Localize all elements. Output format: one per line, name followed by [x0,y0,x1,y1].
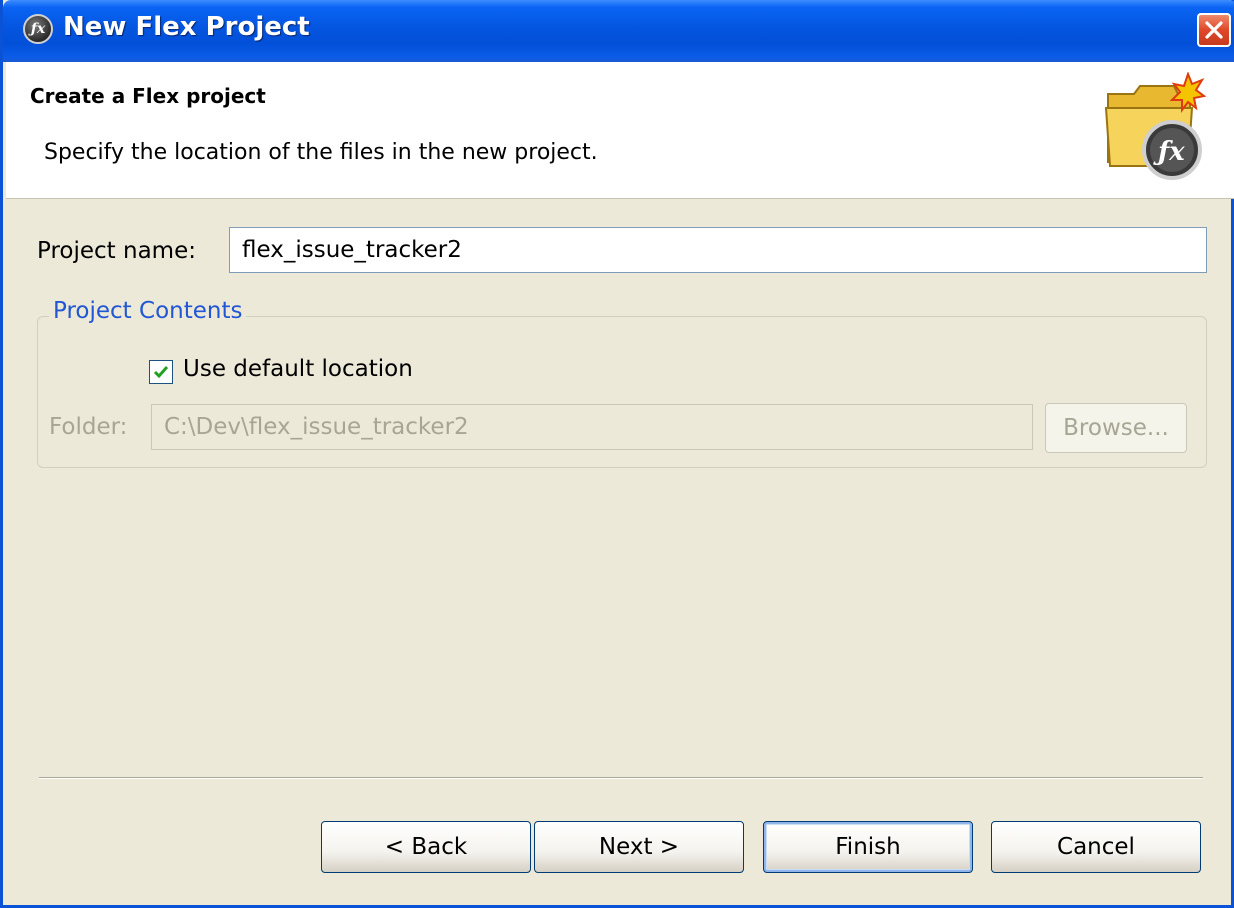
svg-text:ƒx: ƒx [1153,137,1185,167]
title-bar[interactable]: ƒx New Flex Project [3,0,1234,62]
cancel-button[interactable]: Cancel [991,821,1201,873]
wizard-banner: Create a Flex project Specify the locati… [6,62,1234,199]
use-default-location-checkbox[interactable] [149,360,173,384]
checkmark-icon [153,366,169,379]
back-button[interactable]: < Back [321,821,531,873]
banner-description: Specify the location of the files in the… [44,140,598,165]
browse-button[interactable]: Browse... [1045,403,1187,453]
finish-button[interactable]: Finish [763,821,973,873]
project-contents-legend: Project Contents [49,298,247,324]
new-flex-project-dialog: ƒx New Flex Project Create a Flex projec… [0,0,1234,908]
project-name-input[interactable] [229,227,1207,273]
close-button[interactable] [1197,13,1231,47]
folder-label: Folder: [49,414,128,440]
close-x-icon [1205,21,1223,39]
flex-app-icon: ƒx [23,14,53,44]
folder-input[interactable] [151,404,1033,450]
use-default-location-label[interactable]: Use default location [183,356,413,382]
banner-title: Create a Flex project [30,84,266,108]
window-title: New Flex Project [63,12,310,42]
project-name-label: Project name: [37,238,196,264]
next-button[interactable]: Next > [534,821,744,873]
button-bar-separator [39,777,1203,779]
flex-folder-icon: ƒx [1104,72,1206,180]
